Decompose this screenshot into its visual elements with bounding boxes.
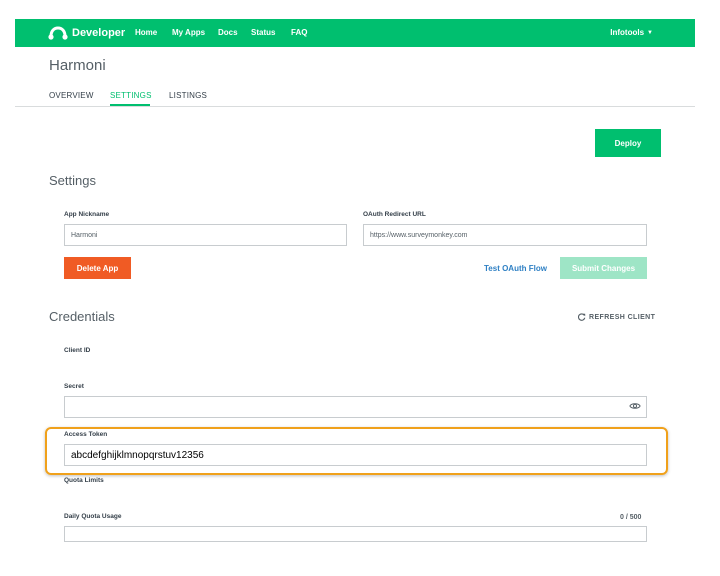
- tabs-divider: [15, 106, 695, 107]
- secret-label: Secret: [64, 383, 84, 390]
- delete-app-button[interactable]: Delete App: [64, 257, 131, 279]
- access-token-field[interactable]: abcdefghijklmnopqrstuv12356: [64, 444, 647, 466]
- test-oauth-flow-link[interactable]: Test OAuth Flow: [484, 264, 547, 273]
- daily-quota-usage-label: Daily Quota Usage: [64, 513, 122, 520]
- chevron-down-icon: ▼: [647, 30, 653, 36]
- refresh-client-button[interactable]: REFRESH CLIENT: [578, 313, 655, 321]
- user-menu-label: Infotools: [610, 28, 645, 37]
- app-nickname-input[interactable]: Harmoni: [64, 224, 347, 246]
- credentials-section-title: Credentials: [49, 309, 115, 324]
- refresh-icon: [578, 313, 586, 321]
- deploy-button[interactable]: Deploy: [595, 129, 661, 157]
- settings-section-title: Settings: [49, 173, 96, 188]
- eye-icon[interactable]: [629, 402, 641, 410]
- oauth-redirect-input[interactable]: https://www.surveymonkey.com: [363, 224, 647, 246]
- user-menu[interactable]: Infotools ▼: [610, 28, 653, 37]
- refresh-client-label: REFRESH CLIENT: [589, 313, 656, 321]
- surveymonkey-logo-icon[interactable]: [48, 25, 68, 41]
- daily-quota-count: 0 / 500: [620, 514, 642, 521]
- top-nav-bar: Developer Home My Apps Docs Status FAQ I…: [15, 19, 695, 47]
- nav-my-apps[interactable]: My Apps: [172, 28, 205, 37]
- page-title: Harmoni: [49, 57, 106, 74]
- secret-field[interactable]: [64, 396, 647, 418]
- daily-quota-usage-bar: [64, 526, 647, 542]
- nav-faq[interactable]: FAQ: [291, 28, 307, 37]
- nav-docs[interactable]: Docs: [218, 28, 238, 37]
- access-token-label: Access Token: [64, 431, 108, 438]
- nav-status[interactable]: Status: [251, 28, 275, 37]
- nav-home[interactable]: Home: [135, 28, 157, 37]
- app-nickname-label: App Nickname: [64, 211, 110, 218]
- tab-settings[interactable]: SETTINGS: [110, 91, 152, 100]
- tab-listings[interactable]: LISTINGS: [169, 91, 207, 100]
- submit-changes-button[interactable]: Submit Changes: [560, 257, 647, 279]
- client-id-label: Client ID: [64, 347, 91, 354]
- oauth-redirect-label: OAuth Redirect URL: [363, 211, 426, 218]
- tab-overview[interactable]: OVERVIEW: [49, 91, 94, 100]
- brand-name[interactable]: Developer: [72, 27, 125, 39]
- quota-limits-label: Quota Limits: [64, 477, 104, 484]
